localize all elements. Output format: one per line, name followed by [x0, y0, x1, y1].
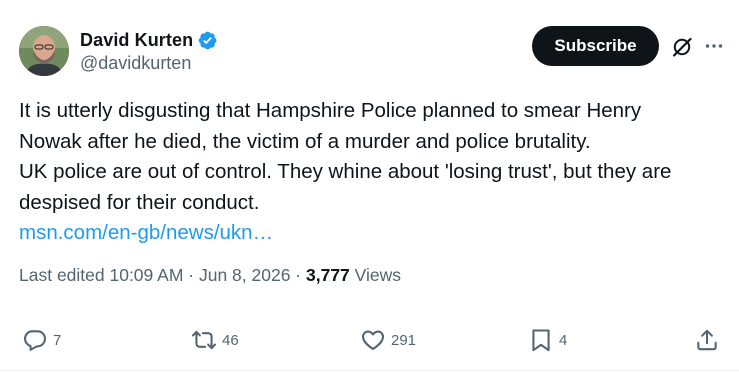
tweet-text-line: It is utterly disgusting that Hampshire …	[19, 99, 642, 122]
subscribe-button[interactable]: Subscribe	[532, 26, 659, 66]
article-link[interactable]: msn.com/en-gb/news/ukn…	[19, 218, 729, 249]
verified-badge-icon[interactable]	[197, 30, 218, 51]
like-button[interactable]: 291	[360, 322, 416, 358]
heart-icon	[362, 330, 384, 351]
action-bar: 7 46 291 4	[0, 322, 739, 358]
repost-count: 46	[222, 331, 239, 349]
repost-icon	[191, 330, 217, 350]
reply-count: 7	[53, 331, 62, 349]
views-count: 3,777	[306, 265, 350, 285]
name-row: David Kurten	[80, 28, 218, 52]
views-label: Views	[349, 265, 402, 285]
reply-button[interactable]: 7	[22, 322, 61, 358]
bookmark-button[interactable]: 4	[528, 322, 567, 358]
tweet-card: David Kurten @davidkurten Subscribe It i…	[0, 0, 739, 372]
bookmark-count: 4	[559, 331, 568, 349]
display-name[interactable]: David Kurten	[80, 30, 193, 51]
divider	[0, 370, 739, 371]
bookmark-icon	[532, 329, 550, 352]
share-icon	[697, 329, 717, 351]
reply-icon	[24, 330, 46, 351]
tweet-text-line: Nowak after he died, the victim of a mur…	[19, 129, 591, 153]
tweet-text: It is utterly disgusting that Hampshire …	[19, 96, 729, 249]
tweet-text-line: despised for their conduct.	[19, 190, 260, 214]
avatar[interactable]	[19, 26, 69, 76]
share-button[interactable]	[694, 322, 720, 358]
tweet-metadata: Last edited 10:09 AM · Jun 8, 2026 · 3,7…	[19, 265, 401, 286]
avatar-image	[19, 26, 69, 76]
handle[interactable]: @davidkurten	[80, 53, 218, 74]
author-block: David Kurten @davidkurten	[80, 28, 218, 74]
like-count: 291	[391, 331, 417, 349]
more-options-icon[interactable]	[704, 36, 724, 56]
tweet-text-line: UK police are out of control. They whine…	[19, 160, 672, 183]
repost-button[interactable]: 46	[191, 322, 239, 358]
edited-timestamp[interactable]: Last edited 10:09 AM · Jun 8, 2026 ·	[19, 265, 306, 285]
grok-icon[interactable]	[671, 36, 693, 58]
